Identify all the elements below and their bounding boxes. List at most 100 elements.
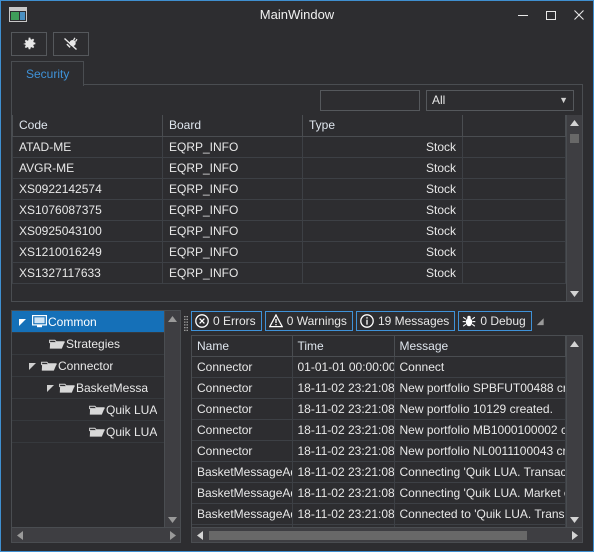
cell-board: EQRP_INFO [162, 262, 303, 284]
log-row[interactable]: Connector 18-11-02 23:21:08. New portfol… [192, 440, 566, 462]
scroll-right-icon[interactable] [165, 528, 180, 543]
table-row[interactable]: AVGR-ME EQRP_INFO Stock [12, 157, 566, 179]
folder-icon [88, 426, 106, 438]
type-filter-select[interactable]: All ▼ [426, 89, 574, 111]
folder-icon [40, 360, 58, 372]
cell-time: 18-11-02 23:21:08. [292, 398, 395, 420]
cell-extra [462, 220, 566, 242]
table-row[interactable]: XS1210016249 EQRP_INFO Stock [12, 241, 566, 263]
scroll-left-icon[interactable] [12, 528, 27, 543]
gear-icon [22, 37, 37, 52]
cell-time: 18-11-02 23:21:08. [292, 419, 395, 441]
cell-name: BasketMessageAda... [192, 482, 293, 504]
scroll-down-icon[interactable] [567, 512, 582, 527]
cell-message: New portfolio NL0011100043 cr [394, 440, 566, 462]
cell-extra [462, 157, 566, 179]
log-vertical-scrollbar[interactable] [566, 336, 582, 527]
tree-item-common[interactable]: Common [12, 311, 164, 333]
scroll-down-icon[interactable] [165, 512, 180, 527]
cell-type: Stock [302, 178, 463, 200]
cell-message: Connecting 'Quik LUA. Transacti [394, 461, 566, 483]
log-table-body: Connector 01-01-01 00:00:00. Connect Con… [192, 356, 566, 527]
tree-vertical-scrollbar[interactable] [164, 311, 180, 527]
log-horizontal-scrollbar[interactable] [192, 527, 582, 542]
column-header-blank[interactable] [462, 115, 566, 137]
scroll-track[interactable] [165, 326, 180, 512]
log-row[interactable]: Connector 18-11-02 23:21:08. New portfol… [192, 377, 566, 399]
scroll-up-icon[interactable] [567, 115, 582, 130]
log-row[interactable]: BasketMessageAda... 18-11-02 23:21:08. C… [192, 461, 566, 483]
tab-strip: Security [1, 60, 593, 86]
security-vertical-scrollbar[interactable] [566, 115, 582, 301]
log-row[interactable]: Connector 18-11-02 23:21:08. New portfol… [192, 419, 566, 441]
log-row[interactable]: BasketMessageAda... 18-11-02 23:21:08. C… [192, 482, 566, 504]
messages-filter-label: 19 Messages [377, 314, 450, 328]
scroll-right-icon[interactable] [567, 528, 582, 543]
tree-item-quik-lua-1[interactable]: Quik LUA [12, 399, 164, 421]
cell-type: Stock [302, 220, 463, 242]
cell-name: Connector [192, 419, 293, 441]
column-header-type[interactable]: Type [302, 115, 463, 137]
warnings-filter[interactable]: 0 Warnings [264, 311, 353, 331]
cell-name: BasketMessageAda... [192, 503, 293, 525]
scroll-left-icon[interactable] [192, 528, 207, 543]
tree-item-quik-lua-2[interactable]: Quik LUA [12, 421, 164, 443]
tree-horizontal-scrollbar[interactable] [12, 527, 180, 542]
scroll-track[interactable] [567, 130, 582, 286]
scroll-track[interactable] [567, 351, 582, 512]
column-header-board[interactable]: Board [162, 115, 303, 137]
search-input[interactable] [320, 89, 420, 111]
cell-message: Connect [394, 356, 566, 378]
log-grid-wrap: Name Time Message Connector 01-01-01 00:… [191, 335, 583, 543]
log-row[interactable]: BasketMessageAda... 18-11-02 23:21:08. C… [192, 503, 566, 525]
column-header-message[interactable]: Message [394, 336, 566, 357]
splitter-grip[interactable] [181, 310, 191, 543]
settings-button[interactable] [11, 32, 47, 56]
tree-item-basketmessa[interactable]: BasketMessa [12, 377, 164, 399]
expander-expanded-icon[interactable] [16, 318, 30, 326]
connect-button[interactable] [53, 32, 89, 56]
minimize-icon[interactable] [509, 1, 537, 28]
table-header-row: Code Board Type [12, 115, 566, 137]
cell-board: EQRP_INFO [162, 157, 303, 179]
table-row[interactable]: XS0922142574 EQRP_INFO Stock [12, 178, 566, 200]
scroll-thumb[interactable] [209, 530, 527, 540]
column-header-code[interactable]: Code [12, 115, 163, 137]
cell-board: EQRP_INFO [162, 136, 303, 158]
tree-item-label: Connector [58, 358, 114, 373]
tree-item-label: Quik LUA [106, 402, 158, 417]
log-row[interactable]: Connector 18-11-02 23:21:08. New portfol… [192, 398, 566, 420]
messages-filter[interactable]: 19 Messages [355, 311, 456, 331]
table-row[interactable]: XS1076087375 EQRP_INFO Stock [12, 199, 566, 221]
scroll-track[interactable] [27, 528, 165, 543]
log-table: Name Time Message Connector 01-01-01 00:… [192, 336, 566, 527]
scroll-up-icon[interactable] [165, 311, 180, 326]
column-header-time[interactable]: Time [292, 336, 395, 357]
scroll-track[interactable] [207, 528, 567, 543]
table-row[interactable]: XS0925043100 EQRP_INFO Stock [12, 220, 566, 242]
debug-filter[interactable]: 0 Debug [458, 311, 532, 331]
cell-message: New portfolio SPBFUT00488 cre [394, 377, 566, 399]
security-panel: All ▼ Code Board Type ATAD-ME EQRP_INFO … [11, 85, 583, 302]
scroll-up-icon[interactable] [567, 336, 582, 351]
overflow-chevron-icon[interactable]: ◢ [537, 316, 544, 327]
table-row[interactable]: XS1327117633 EQRP_INFO Stock [12, 262, 566, 284]
tree-item-strategies[interactable]: Strategies [12, 333, 164, 355]
expander-expanded-icon[interactable] [26, 362, 40, 370]
cell-type: Stock [302, 262, 463, 284]
maximize-icon[interactable] [537, 1, 565, 28]
cell-name: Connector [192, 440, 293, 462]
bug-icon [462, 314, 476, 328]
tree-item-connector[interactable]: Connector [12, 355, 164, 377]
scroll-down-icon[interactable] [567, 286, 582, 301]
column-header-name[interactable]: Name [192, 336, 293, 357]
errors-filter[interactable]: 0 Errors [191, 311, 262, 331]
close-icon[interactable] [565, 1, 593, 28]
log-panel: 0 Errors 0 Warnings 19 Messages 0 Debug … [191, 310, 583, 543]
log-row[interactable]: Connector 01-01-01 00:00:00. Connect [192, 356, 566, 378]
scroll-thumb[interactable] [570, 134, 579, 143]
tab-security[interactable]: Security [11, 61, 85, 86]
table-row[interactable]: ATAD-ME EQRP_INFO Stock [12, 136, 566, 158]
tree-item-label: Strategies [66, 336, 121, 351]
expander-expanded-icon[interactable] [44, 384, 58, 392]
